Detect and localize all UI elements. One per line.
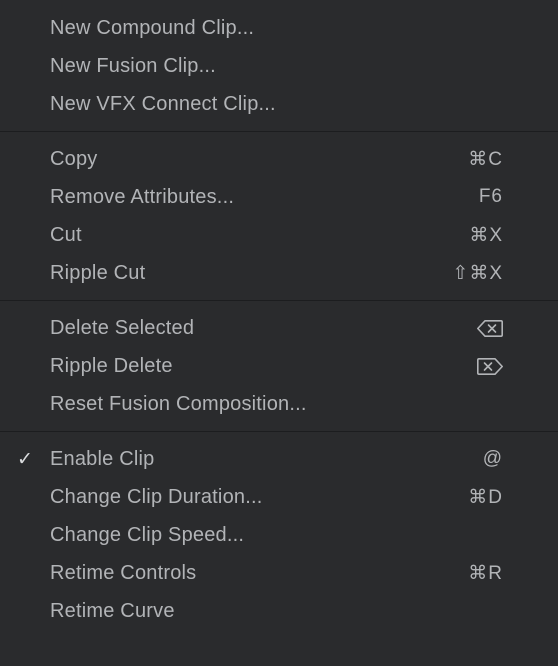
menu-item-label: Remove Attributes... bbox=[50, 186, 433, 209]
forward-delete-icon bbox=[477, 358, 503, 375]
menu-item-label: New Compound Clip... bbox=[50, 17, 433, 40]
menu-item-label: Retime Curve bbox=[50, 600, 433, 623]
menu-item[interactable]: Retime Curve bbox=[0, 592, 558, 630]
backspace-icon bbox=[477, 320, 503, 337]
menu-item-shortcut: ⌘C bbox=[433, 148, 503, 171]
menu-item-label: Cut bbox=[50, 224, 433, 247]
menu-item-shortcut: ⇧⌘X bbox=[433, 262, 503, 285]
menu-item[interactable]: Remove Attributes...F6 bbox=[0, 178, 558, 216]
menu-item[interactable]: Change Clip Duration...⌘D bbox=[0, 478, 558, 516]
menu-item-shortcut bbox=[433, 320, 503, 337]
menu-item-shortcut: ⌘X bbox=[433, 224, 503, 247]
menu-item-label: Delete Selected bbox=[50, 317, 433, 340]
menu-item[interactable]: Copy⌘C bbox=[0, 140, 558, 178]
menu-item-label: Change Clip Duration... bbox=[50, 486, 433, 509]
menu-item-label: New Fusion Clip... bbox=[50, 55, 433, 78]
menu-item-label: Change Clip Speed... bbox=[50, 524, 433, 547]
menu-separator bbox=[0, 300, 558, 301]
menu-item[interactable]: Ripple Delete bbox=[0, 347, 558, 385]
menu-item-shortcut: F6 bbox=[433, 186, 503, 208]
menu-item-label: Copy bbox=[50, 148, 433, 171]
menu-item-label: Retime Controls bbox=[50, 562, 433, 585]
menu-item[interactable]: Cut⌘X bbox=[0, 216, 558, 254]
menu-item[interactable]: ✓Enable Clip@ bbox=[0, 440, 558, 478]
menu-item[interactable]: New Fusion Clip... bbox=[0, 47, 558, 85]
menu-separator bbox=[0, 431, 558, 432]
context-menu: New Compound Clip... New Fusion Clip... Ne… bbox=[0, 0, 558, 639]
menu-item[interactable]: Change Clip Speed... bbox=[0, 516, 558, 554]
menu-item-label: Reset Fusion Composition... bbox=[50, 393, 433, 416]
menu-separator bbox=[0, 131, 558, 132]
menu-item[interactable]: Reset Fusion Composition... bbox=[0, 385, 558, 423]
menu-item[interactable]: Retime Controls⌘R bbox=[0, 554, 558, 592]
menu-item-shortcut: ⌘R bbox=[433, 562, 503, 585]
menu-item-shortcut: ⌘D bbox=[433, 486, 503, 509]
menu-item-label: New VFX Connect Clip... bbox=[50, 93, 433, 116]
menu-item[interactable]: New Compound Clip... bbox=[0, 9, 558, 47]
menu-item[interactable]: Ripple Cut⇧⌘X bbox=[0, 254, 558, 292]
menu-item-label: Ripple Delete bbox=[50, 355, 433, 378]
menu-item-shortcut bbox=[433, 358, 503, 375]
menu-item[interactable]: Delete Selected bbox=[0, 309, 558, 347]
menu-item-shortcut: @ bbox=[433, 448, 503, 470]
menu-item[interactable]: New VFX Connect Clip... bbox=[0, 85, 558, 123]
checkmark-icon: ✓ bbox=[0, 448, 50, 471]
menu-item-label: Ripple Cut bbox=[50, 262, 433, 285]
menu-item-label: Enable Clip bbox=[50, 448, 433, 471]
